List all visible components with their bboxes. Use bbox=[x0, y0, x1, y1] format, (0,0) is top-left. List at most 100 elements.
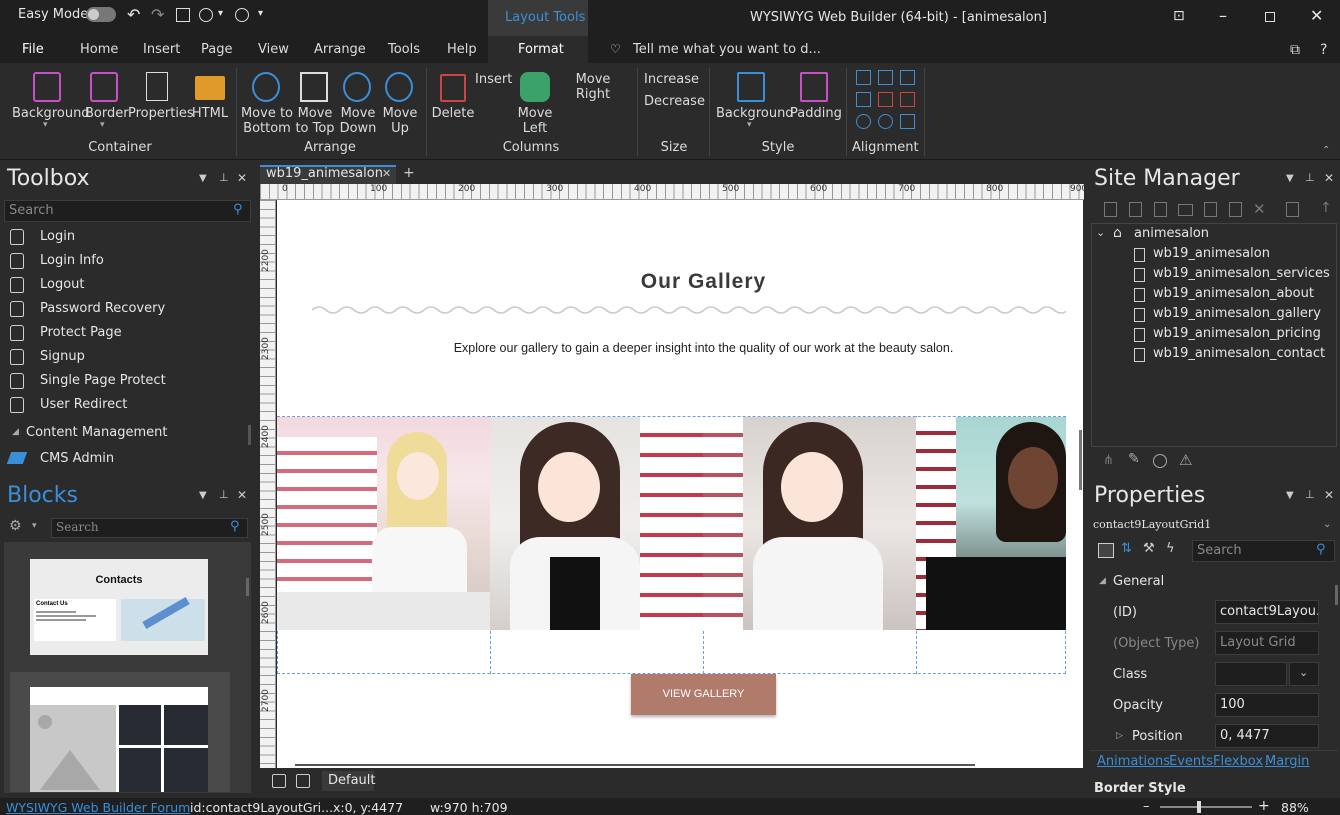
close-icon[interactable]: ✕ bbox=[1324, 171, 1334, 185]
section-collapse-icon[interactable]: ◢ bbox=[12, 427, 19, 437]
background-icon[interactable] bbox=[33, 72, 61, 102]
chevron-down-icon[interactable]: ▼ bbox=[199, 173, 207, 184]
search-icon[interactable]: ⚲ bbox=[1316, 542, 1326, 557]
tree-page[interactable]: wb19_animesalon_gallery bbox=[1153, 306, 1321, 321]
move-up-icon[interactable]: ↑ bbox=[1320, 200, 1332, 216]
page-settings-icon[interactable] bbox=[296, 774, 310, 788]
maximize-icon[interactable] bbox=[1265, 12, 1275, 22]
gallery-image[interactable] bbox=[703, 417, 916, 630]
blocks-category-icon[interactable]: ⚙ bbox=[9, 518, 22, 534]
toolbox-scrollbar[interactable] bbox=[248, 425, 251, 445]
help-icon[interactable]: ? bbox=[1320, 42, 1327, 58]
new-folder-icon[interactable] bbox=[1178, 204, 1193, 216]
gallery-heading[interactable]: Our Gallery bbox=[277, 270, 1130, 294]
border-icon[interactable] bbox=[90, 72, 118, 102]
customize-icon[interactable]: ▾ bbox=[258, 8, 263, 19]
clone-page-icon[interactable] bbox=[1229, 202, 1242, 217]
close-tab-icon[interactable]: ✕ bbox=[382, 167, 391, 180]
minimize-icon[interactable]: – bbox=[1219, 6, 1227, 25]
redo-icon[interactable]: ↷ bbox=[151, 5, 164, 24]
close-icon[interactable]: ✕ bbox=[1324, 488, 1334, 502]
style-background-button[interactable]: Background bbox=[716, 106, 794, 121]
toolbox-item-login-info[interactable]: Login Info bbox=[40, 253, 104, 268]
properties-section-general[interactable]: General bbox=[1113, 574, 1164, 589]
delete-page-icon[interactable]: ✕ bbox=[1253, 200, 1266, 218]
menu-insert[interactable]: Insert bbox=[143, 42, 180, 57]
link-events[interactable]: Events bbox=[1169, 754, 1213, 769]
pin-icon[interactable]: ⊥ bbox=[1305, 171, 1315, 184]
publish-icon[interactable] bbox=[199, 8, 213, 22]
move-to-bottom-icon[interactable] bbox=[252, 72, 280, 102]
properties-tool-icon[interactable]: ⚒ bbox=[1143, 541, 1155, 556]
move-up-button[interactable]: Move Up bbox=[380, 106, 420, 136]
chevron-down-icon[interactable]: ▼ bbox=[1286, 173, 1294, 184]
pin-icon[interactable]: ✎ bbox=[1128, 451, 1140, 467]
tree-expand-icon[interactable]: ⌄ bbox=[1096, 226, 1105, 239]
warning-icon[interactable]: ⚠ bbox=[1179, 451, 1192, 469]
menu-help[interactable]: Help bbox=[447, 42, 477, 57]
chevron-down-icon[interactable]: ▾ bbox=[218, 8, 223, 19]
prop-value-id[interactable]: contact9Layou... bbox=[1215, 600, 1319, 624]
chevron-down-icon[interactable]: ⌄ bbox=[1323, 519, 1331, 530]
section-collapse-icon[interactable]: ◢ bbox=[1099, 576, 1106, 586]
forum-link[interactable]: WYSIWYG Web Builder Forum bbox=[6, 800, 190, 815]
padding-button[interactable]: Padding bbox=[790, 106, 842, 121]
import-page-icon[interactable] bbox=[1154, 202, 1167, 217]
close-icon[interactable]: ✕ bbox=[237, 171, 247, 185]
tell-me-input[interactable]: Tell me what you want to d... bbox=[633, 42, 821, 57]
expand-position-icon[interactable]: ▷ bbox=[1116, 731, 1123, 741]
align-bottom-center-icon[interactable] bbox=[878, 114, 893, 129]
border-button[interactable]: Border bbox=[85, 106, 129, 121]
padding-icon[interactable] bbox=[800, 72, 828, 102]
chevron-down-icon[interactable]: ▼ bbox=[1286, 490, 1294, 501]
insert-column-button[interactable]: Insert bbox=[475, 72, 512, 87]
events-icon[interactable]: ϟ bbox=[1166, 541, 1175, 556]
menu-page[interactable]: Page bbox=[201, 42, 232, 57]
gallery-image[interactable] bbox=[277, 417, 490, 630]
vertical-scrollbar[interactable] bbox=[1079, 430, 1082, 490]
undo-icon[interactable]: ↶ bbox=[127, 5, 140, 24]
zoom-slider[interactable] bbox=[1160, 806, 1252, 808]
style-background-icon[interactable] bbox=[737, 72, 765, 102]
new-page-icon[interactable] bbox=[1104, 202, 1117, 217]
tree-page[interactable]: wb19_animesalon_contact bbox=[1153, 346, 1325, 361]
toolbox-item-protect-page[interactable]: Protect Page bbox=[40, 325, 122, 340]
toolbox-item-cms-admin[interactable]: CMS Admin bbox=[40, 451, 114, 466]
tree-page[interactable]: wb19_animesalon bbox=[1153, 246, 1270, 261]
properties-icon[interactable] bbox=[146, 72, 168, 101]
properties-button[interactable]: Properties bbox=[128, 106, 194, 121]
menu-view[interactable]: View bbox=[258, 42, 289, 57]
menu-format[interactable]: Format bbox=[518, 42, 564, 57]
gallery-image[interactable] bbox=[490, 417, 703, 630]
move-to-top-button[interactable]: Move to Top bbox=[294, 106, 336, 136]
page-properties-icon[interactable] bbox=[1286, 202, 1299, 217]
menu-tools[interactable]: Tools bbox=[388, 42, 420, 57]
prop-value-position[interactable]: 0, 4477 bbox=[1215, 724, 1319, 748]
pin-icon[interactable]: ⊥ bbox=[1305, 488, 1315, 501]
zoom-in-icon[interactable]: + bbox=[1258, 798, 1270, 814]
categorized-icon[interactable] bbox=[1098, 543, 1114, 558]
collapse-ribbon-icon[interactable]: ⌃ bbox=[1322, 145, 1330, 156]
tree-page[interactable]: wb19_animesalon_pricing bbox=[1153, 326, 1321, 341]
zoom-out-icon[interactable]: – bbox=[1143, 799, 1150, 814]
prop-value-opacity[interactable]: 100 bbox=[1215, 693, 1319, 717]
align-top-right-icon[interactable] bbox=[900, 70, 915, 85]
block-thumb-contacts[interactable]: Contacts Contact Us bbox=[30, 559, 208, 655]
prop-value-class[interactable] bbox=[1215, 662, 1287, 686]
chevron-down-icon[interactable]: ▾ bbox=[747, 120, 752, 130]
menu-home[interactable]: Home bbox=[80, 42, 118, 57]
toolbox-item-user-redirect[interactable]: User Redirect bbox=[40, 397, 127, 412]
move-left-button[interactable]: Move Left bbox=[515, 106, 555, 136]
link-margin[interactable]: Margin bbox=[1265, 754, 1309, 769]
pin-icon[interactable]: ⊥ bbox=[219, 488, 229, 501]
move-up-icon[interactable] bbox=[385, 72, 413, 102]
add-page-icon[interactable] bbox=[272, 774, 286, 788]
gallery-subtext[interactable]: Explore our gallery to gain a deeper ins… bbox=[277, 341, 1130, 355]
move-right-button[interactable]: Move Right bbox=[558, 72, 628, 102]
layout-switch-icon[interactable]: ⧉ bbox=[1290, 42, 1300, 58]
preview-icon[interactable] bbox=[235, 8, 249, 22]
close-icon[interactable]: ✕ bbox=[237, 488, 247, 502]
history-icon[interactable] bbox=[1153, 454, 1167, 468]
chevron-down-icon[interactable]: ▼ bbox=[199, 490, 207, 501]
delete-column-button[interactable]: Delete bbox=[430, 106, 476, 121]
